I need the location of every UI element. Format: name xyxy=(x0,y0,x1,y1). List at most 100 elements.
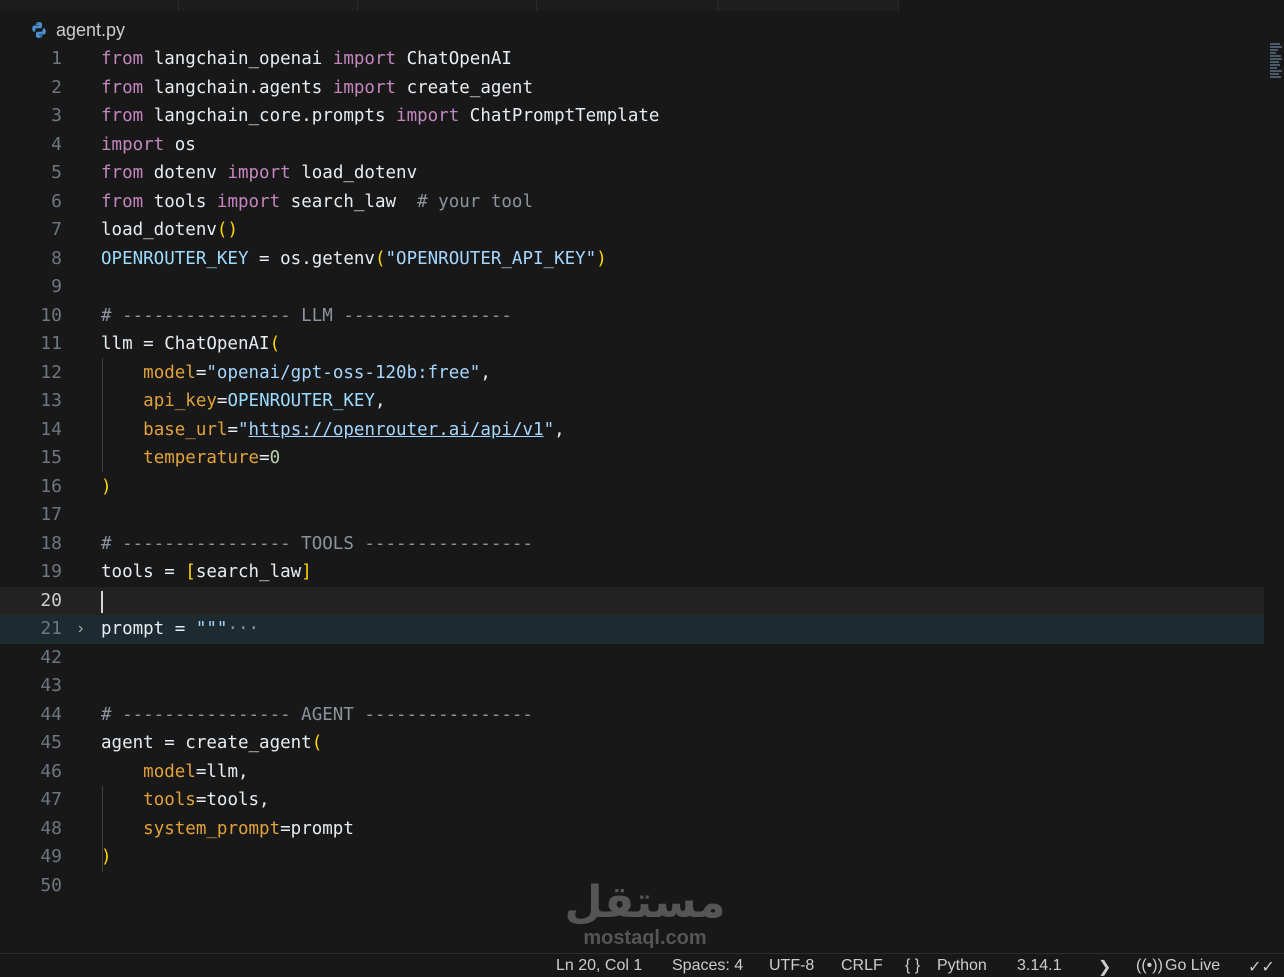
line-number: 47 xyxy=(40,789,62,810)
code-line[interactable]: 9 xyxy=(0,273,1264,302)
code-token: load_dotenv xyxy=(290,163,418,183)
code-token: ( xyxy=(311,733,323,753)
cursor-position[interactable]: Ln 20, Col 1 xyxy=(556,957,642,975)
language-mode[interactable]: Python xyxy=(937,957,987,975)
code-text: # ---------------- LLM ---------------- xyxy=(101,302,512,331)
code-token: load_dotenv xyxy=(101,220,217,240)
go-live-button[interactable]: Go Live xyxy=(1165,957,1220,975)
code-line[interactable]: 13 api_key=OPENROUTER_KEY, xyxy=(0,387,1264,416)
code-token: "OPENROUTER_API_KEY" xyxy=(385,248,597,269)
line-number: 21 xyxy=(40,618,62,639)
code-token: ( xyxy=(374,248,386,269)
code-token: , xyxy=(554,419,565,440)
line-number: 46 xyxy=(40,760,62,782)
code-token[interactable]: ··· xyxy=(227,619,259,639)
encoding[interactable]: UTF-8 xyxy=(769,957,814,975)
code-token: =tools, xyxy=(195,790,270,810)
code-line[interactable]: 21 › prompt = """··· xyxy=(0,615,1264,644)
code-line[interactable]: 4 import os xyxy=(0,131,1264,160)
line-number: 4 xyxy=(51,133,62,155)
minimap[interactable] xyxy=(1268,42,1284,102)
code-line[interactable]: 16) xyxy=(0,473,1264,502)
text-cursor xyxy=(101,590,103,613)
code-line[interactable]: 5 from dotenv import load_dotenv xyxy=(0,159,1264,188)
line-number: 3 xyxy=(51,105,62,126)
code-line[interactable]: 45 agent = create_agent( xyxy=(0,729,1264,758)
code-token: = xyxy=(216,391,228,411)
line-number: 6 xyxy=(51,190,62,212)
line-number: 12 xyxy=(40,361,62,383)
code-line[interactable]: 1 from langchain_openai import ChatOpenAI xyxy=(0,45,1264,74)
code-text: ) xyxy=(101,843,112,872)
code-token: agent = create_agent xyxy=(101,733,312,753)
code-text: tools = [search_law] xyxy=(101,558,312,587)
line-number: 48 xyxy=(40,817,62,839)
indentation[interactable]: Spaces: 4 xyxy=(672,957,743,975)
code-line[interactable]: 18 # ---------------- TOOLS -------------… xyxy=(0,530,1264,559)
code-line[interactable]: 12 model="openai/gpt-oss-120b:free", xyxy=(0,359,1264,388)
editor-tab[interactable] xyxy=(537,0,718,11)
code-text: load_dotenv() xyxy=(101,216,238,245)
code-token: base_url xyxy=(143,419,228,440)
code-line[interactable]: 46 model=llm, xyxy=(0,758,1264,787)
code-line[interactable]: 14 base_url="https://openrouter.ai/api/v… xyxy=(0,416,1264,445)
breadcrumb[interactable]: agent.py xyxy=(30,18,125,42)
line-number: 43 xyxy=(40,675,62,696)
code-line[interactable]: 17 xyxy=(0,501,1264,530)
code-text: temperature=0 xyxy=(101,444,280,473)
line-number: 20 xyxy=(40,589,62,611)
python-version[interactable]: 3.14.1 xyxy=(1017,957,1061,975)
code-line[interactable]: 6 from tools import search_law # your too… xyxy=(0,188,1264,217)
code-line[interactable]: 44 # ---------------- AGENT -------------… xyxy=(0,701,1264,730)
code-line[interactable]: 2 from langchain.agents import create_age… xyxy=(0,74,1264,103)
code-text: model="openai/gpt-oss-120b:free", xyxy=(101,359,491,388)
check-all-icon[interactable]: ✓✓ xyxy=(1248,957,1275,977)
python-file-icon xyxy=(32,22,46,38)
line-number: 17 xyxy=(40,504,62,525)
editor-tab[interactable] xyxy=(179,0,358,11)
code-line[interactable]: 19 tools = [search_law] xyxy=(0,558,1264,587)
code-token: ( xyxy=(269,334,281,354)
code-token: search_law xyxy=(195,562,302,582)
code-token: """ xyxy=(195,619,228,639)
line-ending[interactable]: CRLF xyxy=(841,957,883,975)
code-token: [ xyxy=(185,562,196,582)
line-number: 7 xyxy=(51,219,62,240)
code-token: model xyxy=(143,761,196,782)
code-line[interactable]: 10 # ---------------- LLM ---------------… xyxy=(0,302,1264,331)
code-line[interactable]: 3 from langchain_core.prompts import Chat… xyxy=(0,102,1264,131)
chevron-right-icon: ❯ xyxy=(1098,959,1112,976)
fold-chevron-icon[interactable]: › xyxy=(78,615,83,644)
code-token: , xyxy=(374,391,386,411)
code-token: # ---------------- AGENT ---------------… xyxy=(101,704,533,725)
line-number: 19 xyxy=(40,561,62,582)
code-token: ) xyxy=(101,476,112,497)
file-name: agent.py xyxy=(56,19,126,40)
code-line[interactable]: 42 xyxy=(0,644,1264,673)
code-line[interactable]: 7 load_dotenv() xyxy=(0,216,1264,245)
editor-tab[interactable] xyxy=(0,0,179,11)
code-token: import xyxy=(332,49,397,69)
code-line[interactable]: 48 system_prompt=prompt xyxy=(0,815,1264,844)
code-line[interactable]: 20 xyxy=(0,586,1264,615)
code-line[interactable]: 47 tools=tools, xyxy=(0,786,1264,815)
code-token: tools = xyxy=(101,562,186,582)
code-editor[interactable]: 1 from langchain_openai import ChatOpenAI… xyxy=(0,45,1264,905)
code-token: ChatOpenAI xyxy=(396,49,512,69)
code-line[interactable]: 49) xyxy=(0,843,1264,872)
braces-icon[interactable]: { } xyxy=(905,957,920,975)
code-line[interactable]: 11 llm = ChatOpenAI( xyxy=(0,330,1264,359)
code-line[interactable]: 43 xyxy=(0,672,1264,701)
editor-tab[interactable] xyxy=(358,0,537,11)
code-token: " xyxy=(238,419,249,440)
code-token: import xyxy=(227,163,291,183)
editor-tab-active[interactable] xyxy=(718,0,899,11)
code-line[interactable]: 15 temperature=0 xyxy=(0,444,1264,473)
code-line[interactable]: 8 OPENROUTER_KEY = os.getenv("OPENROUTER_… xyxy=(0,245,1264,274)
code-token: OPENROUTER_KEY xyxy=(227,391,375,411)
code-token: model xyxy=(143,362,196,383)
code-token: 0 xyxy=(269,448,281,468)
line-number: 10 xyxy=(40,304,62,326)
code-token[interactable]: https://openrouter.ai/api/v1 xyxy=(249,420,544,440)
code-token: llm = ChatOpenAI xyxy=(101,334,270,354)
